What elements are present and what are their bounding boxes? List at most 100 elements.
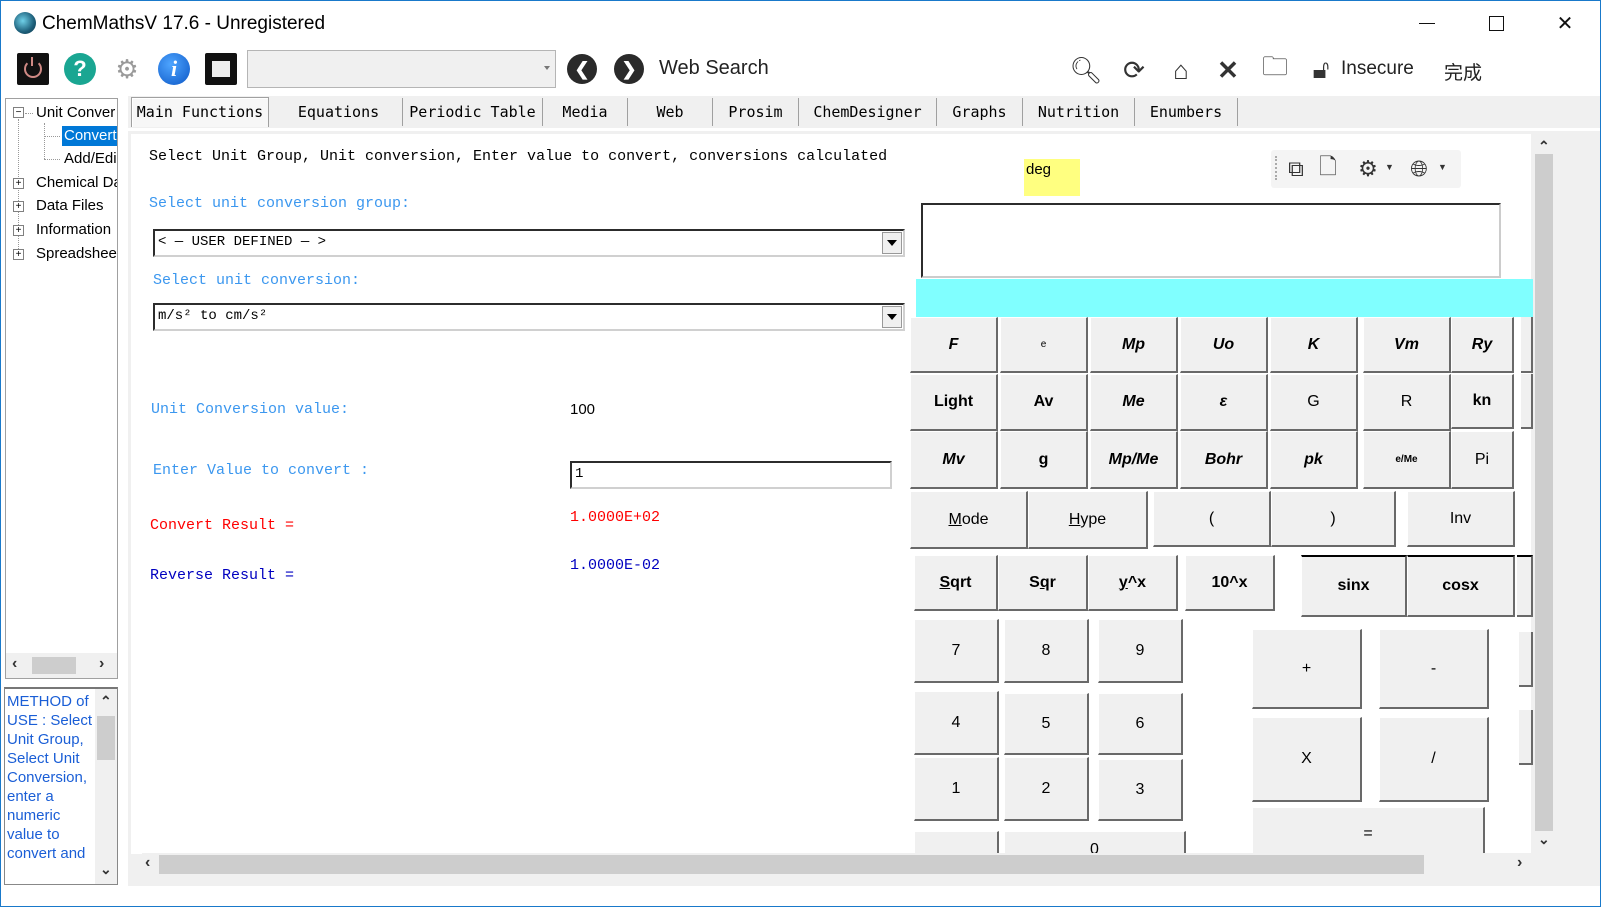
chevron-down-icon[interactable] xyxy=(544,66,550,70)
scroll-right-icon[interactable]: › xyxy=(1517,854,1522,872)
digit-8-button[interactable]: 8 xyxy=(1004,619,1089,683)
close-paren-button[interactable]: ) xyxy=(1271,491,1396,547)
const-button[interactable]: Vm xyxy=(1363,317,1451,373)
tree-item-chemical-data[interactable]: Chemical Da xyxy=(36,173,117,193)
minimize-button[interactable] xyxy=(1404,1,1450,45)
tree-item-add-edit[interactable]: Add/Edi xyxy=(64,149,117,169)
open-paren-button[interactable]: ( xyxy=(1153,491,1271,547)
digit-9-button[interactable]: 9 xyxy=(1098,619,1183,683)
divide-button[interactable]: / xyxy=(1379,717,1489,802)
collapse-icon[interactable]: − xyxy=(13,107,24,118)
toolbar-grip[interactable] xyxy=(1275,156,1277,180)
expand-icon[interactable]: + xyxy=(13,201,24,212)
plus-button[interactable]: + xyxy=(1252,629,1362,709)
const-button[interactable]: R xyxy=(1363,374,1451,431)
scroll-left-icon[interactable]: ‹ xyxy=(12,655,17,673)
close-button[interactable]: ✕ xyxy=(1542,1,1588,45)
unit-conversion-select[interactable]: m/s² to cm/s² xyxy=(153,303,905,331)
const-button[interactable]: K xyxy=(1270,317,1358,373)
globe-icon[interactable]: 🌐︎ xyxy=(1406,156,1432,182)
unit-group-select[interactable]: < — USER DEFINED — > xyxy=(153,229,905,257)
tree-horizontal-scrollbar[interactable]: ‹ › xyxy=(6,653,117,678)
scrollbar-thumb[interactable] xyxy=(97,716,115,760)
forward-button[interactable]: ❯ xyxy=(614,54,644,84)
chevron-down-icon[interactable]: ▼ xyxy=(1385,162,1394,172)
tab-periodic-table[interactable]: Periodic Table xyxy=(403,98,543,126)
refresh-icon[interactable]: ⟳ xyxy=(1117,53,1151,87)
power-button[interactable]: y ^x xyxy=(1088,555,1178,611)
hype-button[interactable]: Hype xyxy=(1028,491,1148,549)
scrollbar-thumb[interactable] xyxy=(159,855,1424,874)
new-folder-icon[interactable]: 🗀 xyxy=(1258,51,1292,87)
settings-icon[interactable]: ⚙ xyxy=(111,53,143,85)
const-button[interactable]: F xyxy=(910,317,998,373)
const-button[interactable]: e xyxy=(1000,317,1088,373)
mode-button[interactable]: Mode xyxy=(910,491,1028,549)
const-button[interactable]: Mp/Me xyxy=(1090,431,1178,489)
scroll-down-icon[interactable]: ⌄ xyxy=(1538,831,1550,848)
minus-button[interactable]: - xyxy=(1379,629,1489,709)
power-icon[interactable] xyxy=(17,53,49,85)
chevron-down-icon[interactable] xyxy=(882,306,902,328)
expand-icon[interactable]: + xyxy=(13,249,24,260)
calculator-display[interactable] xyxy=(921,203,1501,278)
scroll-up-icon[interactable]: ⌃ xyxy=(100,693,112,710)
digit-1-button[interactable]: 1 xyxy=(914,757,999,821)
sqrt-button[interactable]: Sqrt xyxy=(914,555,998,611)
maximize-button[interactable] xyxy=(1473,1,1519,45)
expand-icon[interactable]: + xyxy=(13,225,24,236)
copy-icon[interactable]: ⧉ xyxy=(1283,156,1309,182)
const-button[interactable]: Pi xyxy=(1451,431,1514,489)
screen-icon[interactable] xyxy=(205,53,237,85)
home-icon[interactable]: ⌂ xyxy=(1164,53,1198,87)
tree-item-information[interactable]: Information xyxy=(36,220,111,240)
multiply-button[interactable]: X xyxy=(1252,717,1362,802)
scroll-down-icon[interactable]: ⌄ xyxy=(100,861,112,878)
hidden-button[interactable] xyxy=(1517,555,1533,617)
help-vertical-scrollbar[interactable]: ⌃ ⌄ xyxy=(95,689,117,884)
inv-button[interactable]: Inv xyxy=(1407,491,1515,547)
digit-3-button[interactable]: 3 xyxy=(1098,759,1183,821)
back-button[interactable]: ❮ xyxy=(567,54,597,84)
const-button[interactable]: e/Me xyxy=(1363,431,1451,489)
tree-item-unit-converter[interactable]: Unit Conver xyxy=(36,103,115,123)
const-button[interactable]: Av xyxy=(1000,374,1088,431)
scrollbar-thumb[interactable] xyxy=(32,657,76,674)
hidden-button[interactable] xyxy=(1519,710,1533,765)
const-button[interactable]: pk xyxy=(1270,431,1358,489)
tab-equations[interactable]: Equations xyxy=(275,98,403,126)
expand-icon[interactable]: + xyxy=(13,178,24,189)
info-icon[interactable]: i xyxy=(158,53,190,85)
value-to-convert-input[interactable]: 1 xyxy=(570,461,892,489)
hidden-button[interactable] xyxy=(1519,632,1533,687)
tab-web[interactable]: Web xyxy=(628,98,713,126)
hidden-button[interactable] xyxy=(1521,374,1533,429)
tab-chemdesigner[interactable]: ChemDesigner xyxy=(799,98,937,126)
digit-7-button[interactable]: 7 xyxy=(914,619,999,683)
digit-5-button[interactable]: 5 xyxy=(1004,693,1089,755)
cos-button[interactable]: cosx xyxy=(1407,555,1515,617)
vertical-scrollbar[interactable]: ⌃ ⌄ xyxy=(1533,134,1555,854)
chevron-down-icon[interactable] xyxy=(882,232,902,254)
sqr-button[interactable]: Sqr xyxy=(998,555,1088,611)
scroll-up-icon[interactable]: ⌃ xyxy=(1538,138,1550,155)
tab-media[interactable]: Media xyxy=(543,98,628,126)
const-button[interactable]: Bohr xyxy=(1180,431,1268,489)
const-button[interactable]: Me xyxy=(1090,374,1178,431)
sin-button[interactable]: sinx xyxy=(1301,555,1407,617)
scroll-right-icon[interactable]: › xyxy=(99,655,104,673)
digit-6-button[interactable]: 6 xyxy=(1098,693,1183,755)
unlock-icon[interactable]: 🔓︎ xyxy=(1304,53,1338,87)
tab-prosim[interactable]: Prosim xyxy=(713,98,799,126)
web-search-link[interactable]: Web Search xyxy=(659,57,769,80)
const-button[interactable]: ε xyxy=(1180,374,1268,431)
digit-2-button[interactable]: 2 xyxy=(1004,757,1089,821)
scrollbar-thumb[interactable] xyxy=(1535,154,1553,831)
const-button[interactable]: Ry xyxy=(1451,317,1514,373)
digit-4-button[interactable]: 4 xyxy=(914,691,999,755)
help-icon[interactable]: ? xyxy=(64,53,96,85)
tree-item-spreadsheet[interactable]: Spreadshee xyxy=(36,244,117,264)
const-button[interactable]: Mv xyxy=(910,431,998,489)
horizontal-scrollbar[interactable]: ‹ › xyxy=(142,853,1533,876)
ten-power-button[interactable]: 10^x xyxy=(1185,555,1275,611)
